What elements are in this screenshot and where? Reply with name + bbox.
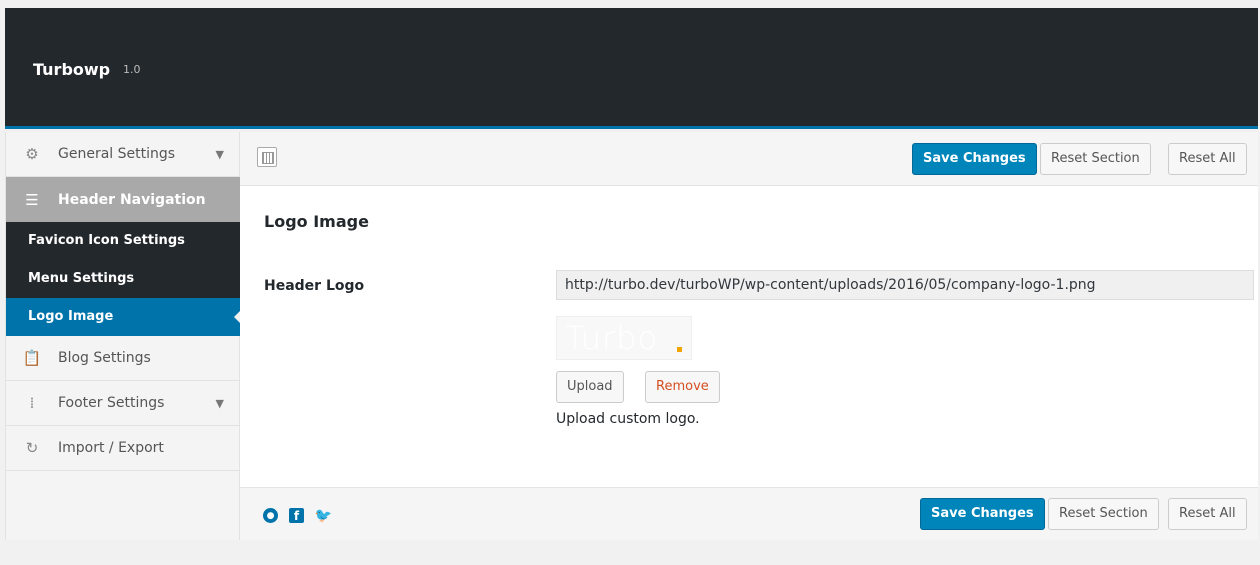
reset-all-button[interactable]: Reset All (1168, 498, 1247, 530)
github-icon[interactable]: ● (263, 508, 278, 523)
reset-all-button[interactable]: Reset All (1168, 143, 1247, 175)
sidebar-item-label: Footer Settings (58, 395, 165, 411)
hamburger-icon: ☰ (25, 190, 39, 209)
sidebar-item-label: Import / Export (58, 440, 164, 456)
refresh-icon: ↻ (25, 439, 39, 457)
app-version: 1.0 (123, 63, 141, 76)
options-panel: Turbowp 1.0 ⚙ General Settings ▼ ☰ Heade… (5, 8, 1258, 540)
logo-url-input[interactable]: http://turbo.dev/turboWP/wp-content/uplo… (556, 270, 1254, 300)
clipboard-icon: 📋 (22, 349, 42, 367)
chevron-down-icon: ▼ (215, 147, 224, 161)
save-changes-button[interactable]: Save Changes (912, 143, 1037, 175)
header-bar: Turbowp 1.0 (5, 8, 1258, 129)
chevron-down-icon: ▼ (215, 396, 224, 410)
header-navigation-submenu: Favicon Icon Settings Menu Settings Logo… (6, 222, 241, 336)
logo-dot (677, 347, 682, 352)
submenu-item-menu-settings[interactable]: Menu Settings (6, 260, 240, 298)
sidebar-item-general-settings[interactable]: ⚙ General Settings ▼ (6, 132, 240, 177)
expand-toggle-icon[interactable] (257, 147, 277, 167)
save-changes-button[interactable]: Save Changes (920, 498, 1045, 530)
reset-section-button[interactable]: Reset Section (1048, 498, 1159, 530)
remove-button[interactable]: Remove (645, 371, 720, 403)
reset-section-button[interactable]: Reset Section (1040, 143, 1151, 175)
sidebar-item-label: Header Navigation (58, 191, 206, 208)
sidebar-item-label: Blog Settings (58, 350, 151, 366)
field-description: Upload custom logo. (556, 411, 700, 427)
header-logo-label: Header Logo (264, 278, 365, 294)
twitter-icon[interactable]: 🐦 (315, 508, 332, 524)
logo-preview: Turbo (556, 316, 692, 360)
submenu-item-label: Logo Image (28, 309, 114, 324)
dots-grid-icon: ⁞ (29, 394, 35, 412)
gears-icon: ⚙ (25, 145, 39, 163)
sidebar-item-import-export[interactable]: ↻ Import / Export (6, 426, 240, 471)
sidebar-item-header-navigation[interactable]: ☰ Header Navigation (6, 177, 240, 222)
logo-preview-text: Turbo (565, 319, 659, 357)
submenu-item-favicon-icon-settings[interactable]: Favicon Icon Settings (6, 222, 240, 260)
sidebar-item-label: General Settings (58, 146, 176, 162)
sidebar-item-footer-settings[interactable]: ⁞ Footer Settings ▼ (6, 381, 240, 426)
bottom-toolbar: ● f 🐦 Save Changes Reset Section Reset A… (240, 487, 1258, 540)
app-title: Turbowp (33, 60, 111, 79)
upload-button[interactable]: Upload (556, 371, 624, 403)
top-toolbar: Save Changes Reset Section Reset All (240, 132, 1258, 186)
sidebar: ⚙ General Settings ▼ ☰ Header Navigation… (5, 132, 241, 540)
submenu-item-logo-image[interactable]: Logo Image (6, 298, 241, 336)
main-content: Save Changes Reset Section Reset All Log… (240, 132, 1258, 540)
facebook-icon[interactable]: f (289, 508, 304, 523)
sidebar-item-blog-settings[interactable]: 📋 Blog Settings (6, 336, 240, 381)
section-title: Logo Image (264, 212, 369, 231)
